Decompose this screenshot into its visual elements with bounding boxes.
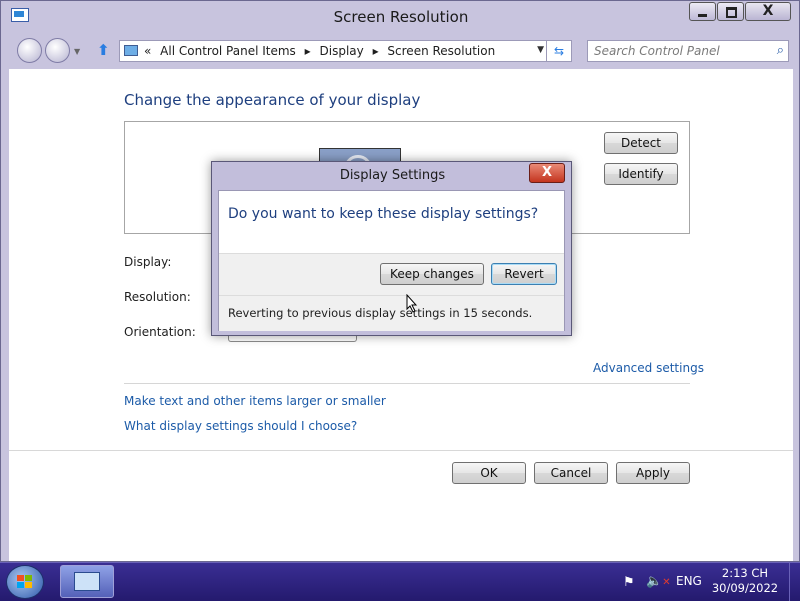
- action-center-flag-icon[interactable]: ⚑: [623, 575, 635, 590]
- up-arrow-icon[interactable]: ⬆: [97, 41, 110, 59]
- refresh-icon[interactable]: ⇆: [546, 41, 571, 61]
- divider: [9, 450, 793, 451]
- maximize-button[interactable]: [717, 2, 744, 21]
- advanced-settings-link[interactable]: Advanced settings: [593, 361, 704, 375]
- breadcrumb-separator[interactable]: ▸: [305, 44, 311, 58]
- window-title: Screen Resolution: [333, 8, 469, 26]
- divider: [219, 295, 564, 296]
- dialog-body: Do you want to keep these display settin…: [218, 190, 565, 331]
- breadcrumb-overflow[interactable]: «: [144, 44, 151, 58]
- text-size-link[interactable]: Make text and other items larger or smal…: [124, 394, 386, 408]
- revert-countdown-text: Reverting to previous display settings i…: [228, 306, 533, 320]
- divider: [124, 383, 690, 384]
- breadcrumb: « All Control Panel Items ▸ Display ▸ Sc…: [144, 44, 500, 58]
- breadcrumb-separator[interactable]: ▸: [373, 44, 379, 58]
- show-desktop-button[interactable]: [789, 563, 800, 601]
- speaker-muted-icon[interactable]: 🔈✕: [646, 574, 671, 589]
- revert-button[interactable]: Revert: [491, 263, 557, 285]
- cancel-button[interactable]: Cancel: [534, 462, 608, 484]
- recent-pages-dropdown[interactable]: ▼: [74, 47, 80, 56]
- windows-logo-icon: [17, 575, 33, 589]
- ok-button[interactable]: OK: [452, 462, 526, 484]
- address-bar[interactable]: « All Control Panel Items ▸ Display ▸ Sc…: [119, 40, 572, 62]
- display-label: Display:: [124, 255, 172, 269]
- orientation-label: Orientation:: [124, 325, 196, 339]
- breadcrumb-screen-resolution[interactable]: Screen Resolution: [387, 44, 495, 58]
- breadcrumb-all-items[interactable]: All Control Panel Items: [160, 44, 296, 58]
- title-bar[interactable]: Screen Resolution X: [1, 1, 800, 33]
- detect-button[interactable]: Detect: [604, 132, 678, 154]
- search-icon[interactable]: ⌕: [777, 43, 784, 58]
- identify-button[interactable]: Identify: [604, 163, 678, 185]
- dialog-button-panel: Keep changes Revert Reverting to previou…: [219, 253, 564, 331]
- window-controls: X: [688, 2, 791, 21]
- mouse-pointer-icon: [406, 293, 418, 316]
- resolution-label: Resolution:: [124, 290, 191, 304]
- apply-button[interactable]: Apply: [616, 462, 690, 484]
- taskbar-control-panel-button[interactable]: [60, 565, 114, 598]
- search-box[interactable]: Search Control Panel ⌕: [587, 40, 789, 62]
- minimize-button[interactable]: [689, 2, 716, 21]
- forward-button[interactable]: [45, 38, 70, 63]
- taskbar: ⚑ 🔈✕ ENG 2:13 CH 30/09/2022: [0, 562, 800, 601]
- navigation-bar: ▼ ⬆ « All Control Panel Items ▸ Display …: [1, 35, 800, 67]
- language-indicator[interactable]: ENG: [676, 574, 702, 588]
- start-button[interactable]: [6, 565, 44, 599]
- control-panel-icon: [124, 45, 138, 56]
- clock-date: 30/09/2022: [711, 581, 779, 595]
- search-input[interactable]: Search Control Panel: [594, 44, 720, 58]
- breadcrumb-display[interactable]: Display: [320, 44, 364, 58]
- clock[interactable]: 2:13 CH 30/09/2022: [706, 566, 784, 596]
- dialog-close-button[interactable]: X: [529, 163, 565, 183]
- address-dropdown-icon[interactable]: ▼: [537, 45, 544, 55]
- close-button[interactable]: X: [745, 2, 791, 21]
- page-title: Change the appearance of your display: [124, 91, 421, 109]
- dialog-question: Do you want to keep these display settin…: [228, 206, 539, 222]
- display-settings-dialog: Display Settings X Do you want to keep t…: [211, 161, 572, 336]
- clock-time: 2:13 CH: [721, 566, 769, 580]
- control-panel-icon: [74, 572, 100, 591]
- display-help-link[interactable]: What display settings should I choose?: [124, 419, 357, 433]
- keep-changes-button[interactable]: Keep changes: [380, 263, 484, 285]
- dialog-title: Display Settings: [339, 168, 446, 183]
- back-button[interactable]: [17, 38, 42, 63]
